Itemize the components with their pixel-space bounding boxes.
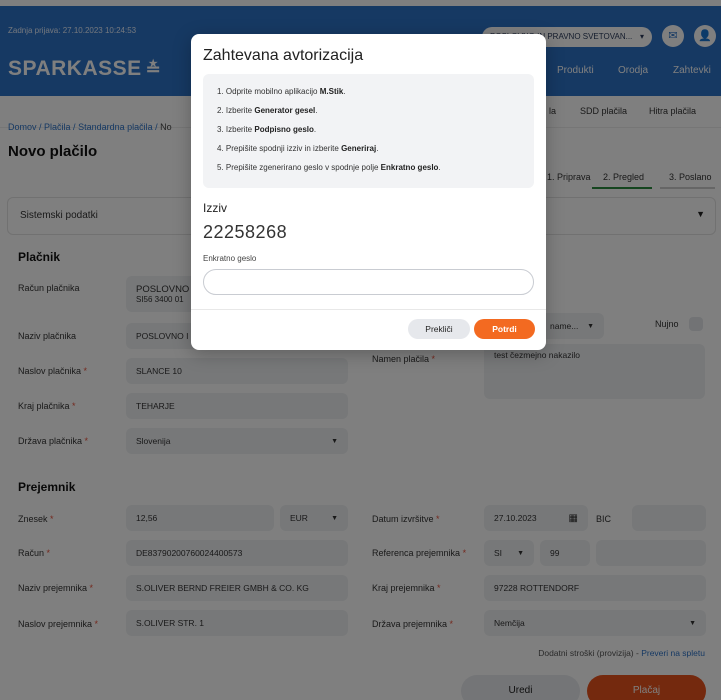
cancel-button[interactable]: Prekliči [408, 319, 470, 339]
instruction-step: 1. Odprite mobilno aplikacijo M.Stik. [217, 87, 346, 96]
authorization-modal: Zahtevana avtorizacija 1. Odprite mobiln… [191, 34, 546, 350]
izziv-code: 22258268 [203, 222, 288, 242]
otp-input[interactable] [203, 269, 534, 295]
otp-label: Enkratno geslo [203, 254, 257, 263]
instructions-box: 1. Odprite mobilno aplikacijo M.Stik. 2.… [203, 74, 534, 188]
modal-divider [191, 309, 546, 310]
izziv-label: Izziv [203, 201, 227, 215]
confirm-button[interactable]: Potrdi [474, 319, 535, 339]
instruction-step: 5. Prepišite zgenerirano geslo v spodnje… [217, 163, 441, 172]
modal-title: Zahtevana avtorizacija [203, 47, 364, 64]
instruction-step: 3. Izberite Podpisno geslo. [217, 125, 317, 134]
instruction-step: 4. Prepišite spodnji izziv in izberite G… [217, 144, 379, 153]
instruction-step: 2. Izberite Generator gesel. [217, 106, 318, 115]
